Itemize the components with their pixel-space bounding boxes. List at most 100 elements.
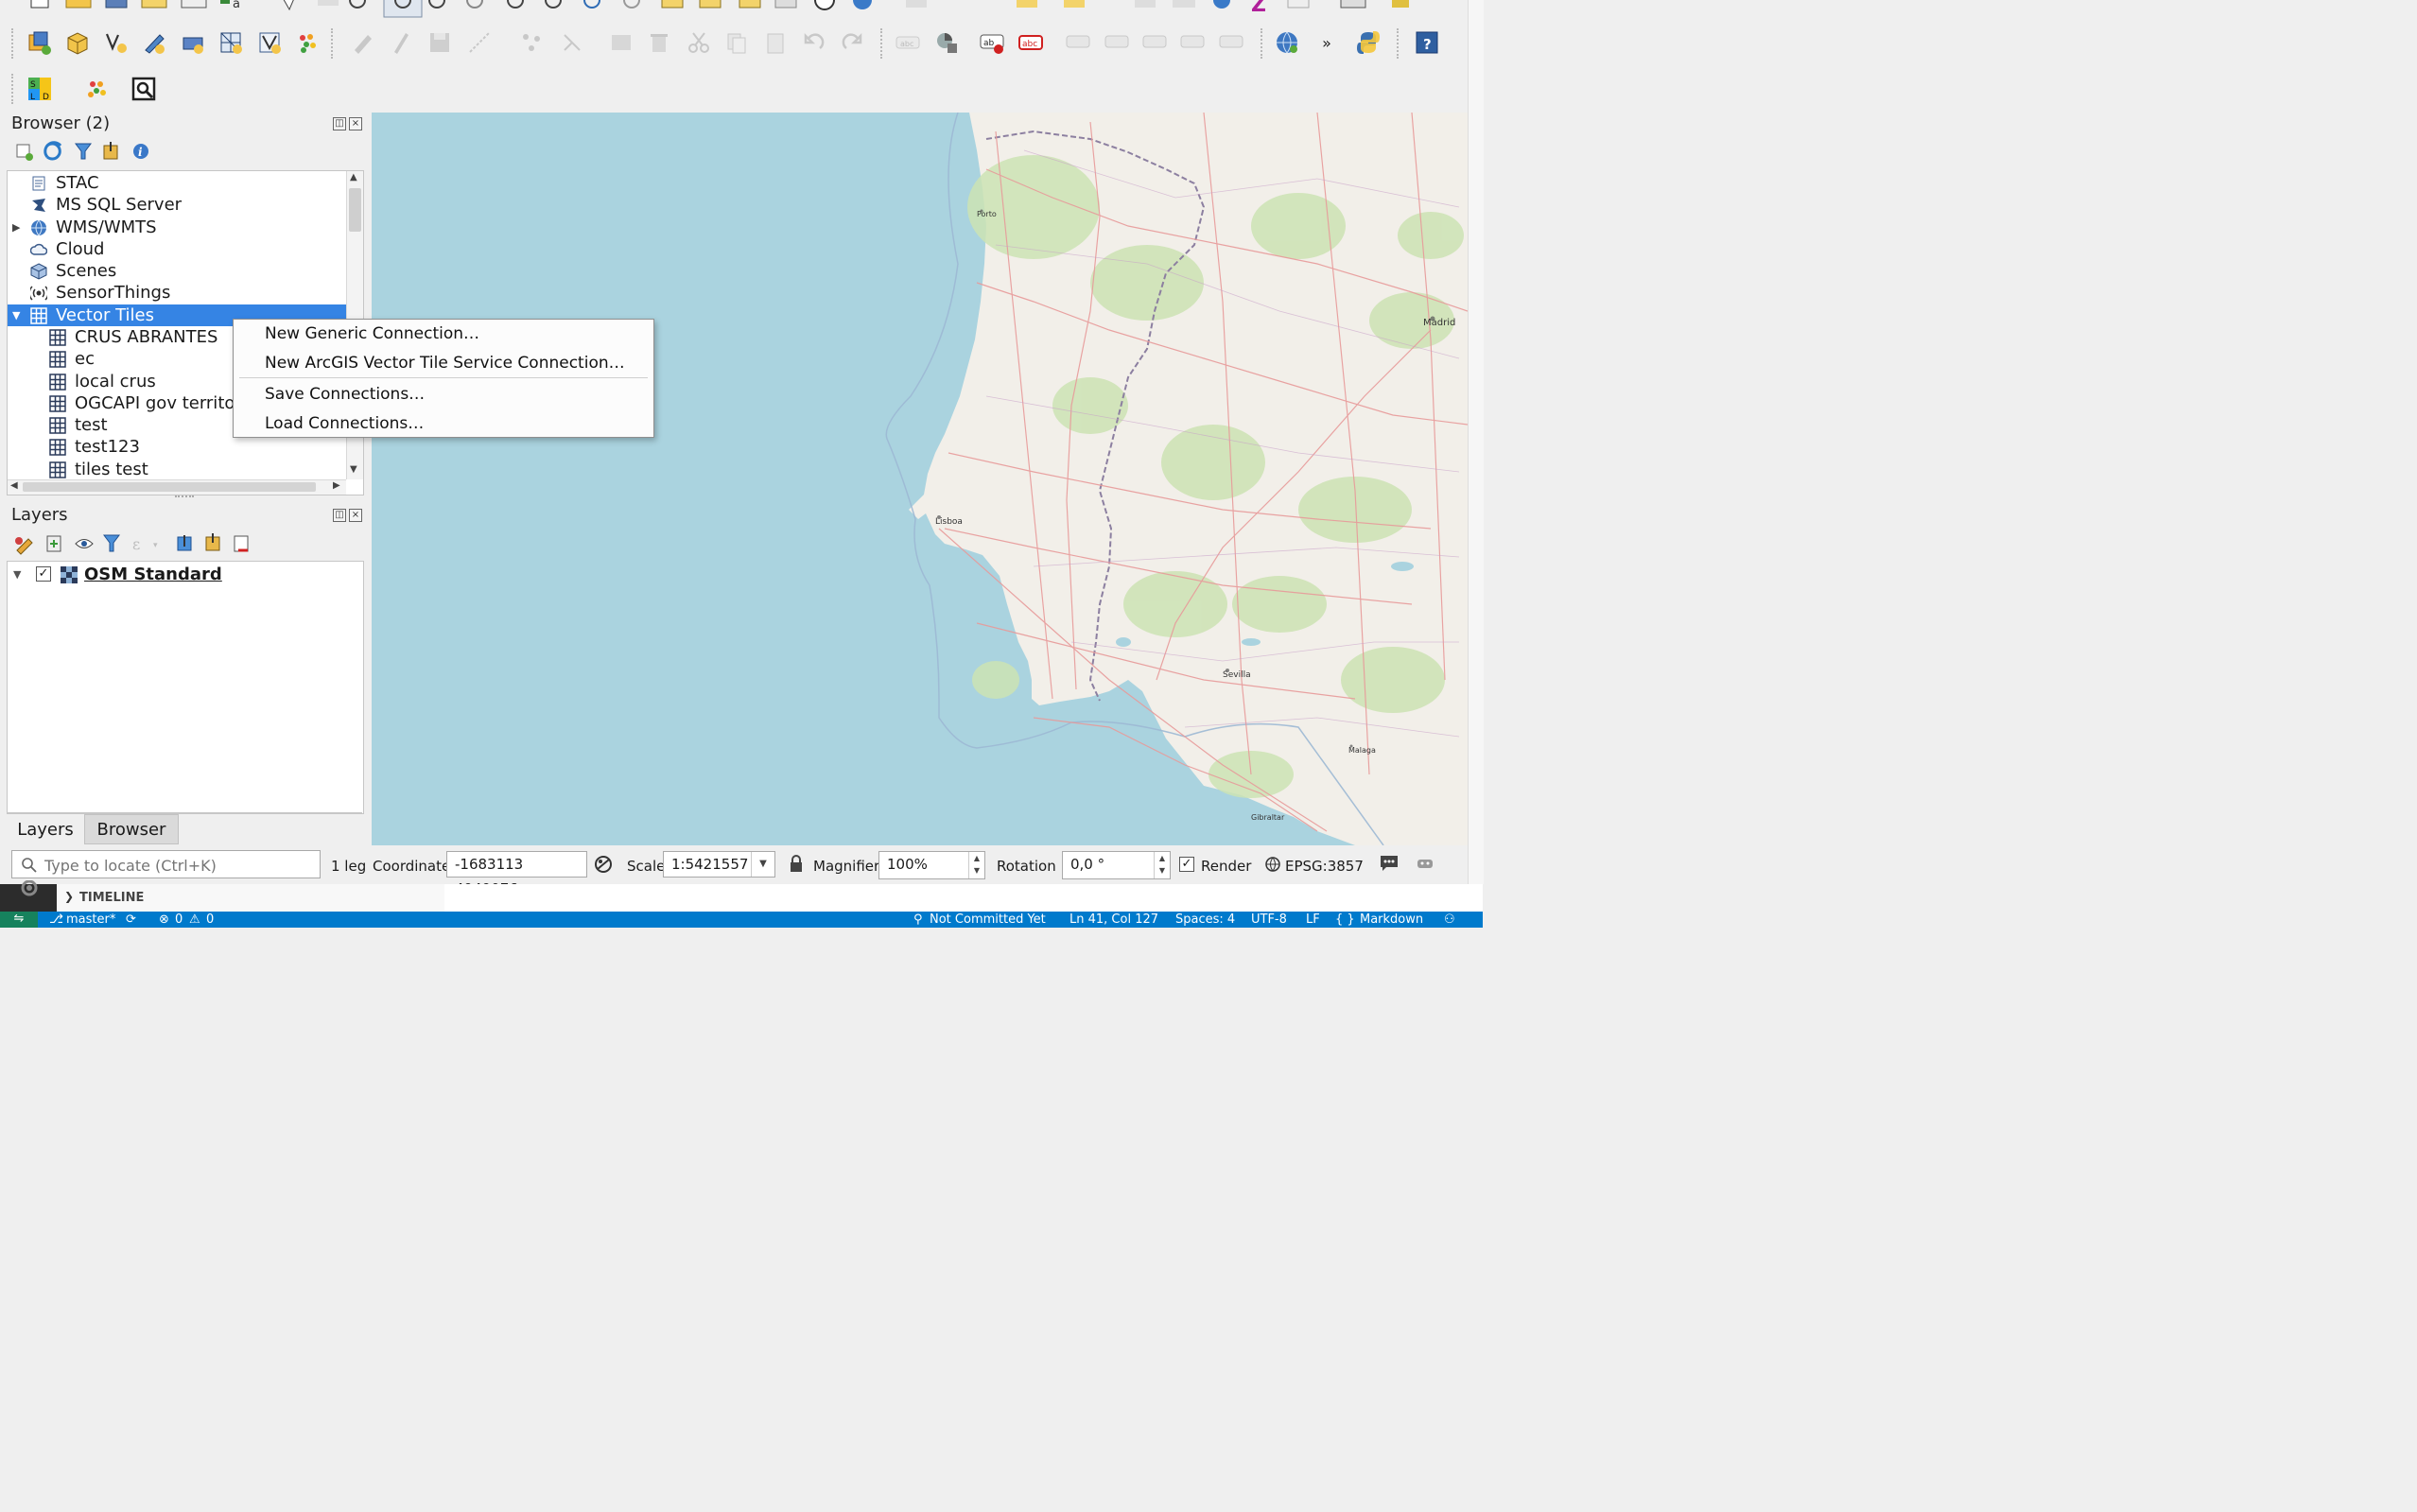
vertex-tool-icon[interactable] [517,28,546,57]
scrollbar-thumb[interactable] [349,188,361,232]
paste-features-icon[interactable] [761,28,790,57]
locator-bar[interactable] [11,850,321,878]
new-geopackage-layer-icon[interactable] [63,28,92,57]
float-panel-icon[interactable]: ◫ [333,117,346,130]
browser-item-tiles-test[interactable]: tiles test [8,459,346,480]
highlight-labels-icon[interactable]: abc [1017,28,1045,57]
menu-item-load-connections[interactable]: Load Connections… [234,409,653,438]
metasearch-globe-icon[interactable] [1273,28,1301,57]
layer-row[interactable]: ▼ ✓ OSM Standard [8,564,363,585]
branch-name[interactable]: master* [66,912,115,927]
browser-item-cloud[interactable]: Cloud [8,238,346,260]
browser-item-stac[interactable]: STAC [8,172,346,194]
line-ending[interactable]: LF [1306,912,1320,927]
magnifier-spinbox[interactable]: 100% ▲ ▼ [878,851,985,879]
change-label-icon[interactable] [1178,28,1207,57]
menu-item-save-connections[interactable]: Save Connections… [234,380,653,408]
new-shapefile-layer-icon[interactable] [102,28,130,57]
new-spatialite-layer-icon[interactable] [140,28,168,57]
zoom-to-selection-search-icon[interactable] [130,75,158,103]
close-panel-icon[interactable]: × [349,117,362,130]
expand-all-icon[interactable] [177,535,192,551]
copy-features-icon[interactable] [722,28,751,57]
toggle-extents-icon[interactable] [593,854,614,875]
sld-style-icon[interactable]: SLD [26,75,54,103]
render-checkbox[interactable]: ✓ [1179,857,1194,872]
browser-item-ms-sql-server[interactable]: MS SQL Server [8,194,346,216]
open-layer-styling-icon[interactable] [15,537,33,555]
error-count[interactable]: 0 [175,912,183,927]
toolbar-grip[interactable] [331,28,337,59]
new-mesh-layer-icon[interactable] [255,28,284,57]
pin-labels-icon[interactable]: ab [978,28,1006,57]
undo-icon[interactable] [800,28,828,57]
cut-features-icon[interactable] [685,28,713,57]
data-source-manager-icon[interactable] [26,28,54,57]
scale-combobox[interactable]: 1:5421557 ▼ [663,851,775,878]
indentation[interactable]: Spaces: 4 [1175,912,1235,927]
toolbar-grip[interactable] [1397,28,1402,59]
locator-search-input[interactable] [43,854,316,877]
toolbar-grip[interactable] [880,28,886,59]
toolbar-overflow-icon[interactable]: » [1313,28,1341,57]
coordinate-field[interactable]: -1683113 4949076 [446,851,587,897]
tab-browser[interactable]: Browser [84,814,179,844]
dropdown-arrow-icon[interactable]: ▼ [751,852,774,877]
toolbar-row-1-icons[interactable]: a Z [0,0,1468,19]
points-cloud-icon[interactable] [293,28,322,57]
show-hide-labels-icon[interactable] [1103,28,1131,57]
menu-item-new-arcgis-connection[interactable]: New ArcGIS Vector Tile Service Connectio… [234,349,653,377]
accounts-icon[interactable]: ⚇ [1444,912,1455,927]
warning-count[interactable]: 0 [206,912,214,927]
rotation-spinbox[interactable]: 0,0 ° ▲ ▼ [1062,851,1171,879]
move-label-icon[interactable] [1064,28,1092,57]
python-console-icon[interactable] [1354,28,1382,57]
browser-horizontal-scrollbar[interactable]: ◀ ▶ [8,479,346,495]
messages-icon[interactable] [1379,854,1400,873]
add-selected-layers-icon[interactable] [16,144,33,161]
toggle-editing-icon[interactable] [386,28,414,57]
refresh-icon[interactable] [43,141,62,161]
timeline-section[interactable]: ❯ TIMELINE [57,884,444,912]
point-cluster-icon[interactable] [82,75,111,103]
menu-item-new-generic-connection[interactable]: New Generic Connection… [234,320,653,348]
settings-gear-icon[interactable] [17,880,42,899]
toolbar-grip[interactable] [11,74,17,104]
remove-layer-icon[interactable] [234,535,249,552]
encoding[interactable]: UTF-8 [1251,912,1287,927]
map-canvas[interactable]: Madrid Lisboa Sevilla Malaga Porto Gibra… [372,113,1468,845]
spin-arrows-icon[interactable]: ▲ ▼ [1154,852,1170,878]
commit-status[interactable]: Not Committed Yet [930,912,1046,927]
modify-attributes-icon[interactable] [558,28,586,57]
crs-globe-icon[interactable] [1264,856,1281,873]
toolbar-grip[interactable] [1261,28,1266,59]
help-icon[interactable]: ? [1413,28,1441,57]
collapse-all-layers-icon[interactable] [205,533,220,551]
current-edits-icon[interactable] [348,28,376,57]
redo-icon[interactable] [838,28,866,57]
lock-scale-icon[interactable] [789,855,804,874]
rotate-label-icon[interactable] [1140,28,1169,57]
plugin-status-icon[interactable] [1416,856,1435,871]
osm-basemap[interactable]: Madrid Lisboa Sevilla Malaga Porto Gibra… [372,113,1468,845]
add-group-icon[interactable] [46,535,61,552]
float-panel-icon[interactable]: ◫ [333,509,346,522]
browser-item-wms-wmts[interactable]: ▶ WMS/WMTS [8,217,346,238]
layer-visibility-checkbox[interactable]: ✓ [36,566,51,582]
tab-layers[interactable]: Layers [7,815,84,845]
save-edits-icon[interactable] [426,28,454,57]
expand-arrow-icon[interactable]: ▶ [12,217,20,238]
collapse-arrow-icon[interactable]: ▼ [12,304,20,326]
panel-splitter[interactable] [175,495,194,501]
digitize-line-icon[interactable] [465,28,494,57]
browser-item-scenes[interactable]: Scenes [8,260,346,282]
properties-info-icon[interactable]: i [133,144,148,159]
filter-by-expression-icon[interactable]: ε ▾ [132,535,158,553]
label-properties-icon[interactable] [1217,28,1245,57]
new-temporary-layer-icon[interactable] [179,28,207,57]
layers-tree[interactable]: ▼ ✓ OSM Standard [7,561,364,814]
spin-arrows-icon[interactable]: ▲ ▼ [968,852,984,878]
manage-visibility-eye-icon[interactable] [75,539,94,548]
layer-diagram-icon[interactable] [932,28,961,57]
remote-icon[interactable]: ⇋ [0,912,38,928]
